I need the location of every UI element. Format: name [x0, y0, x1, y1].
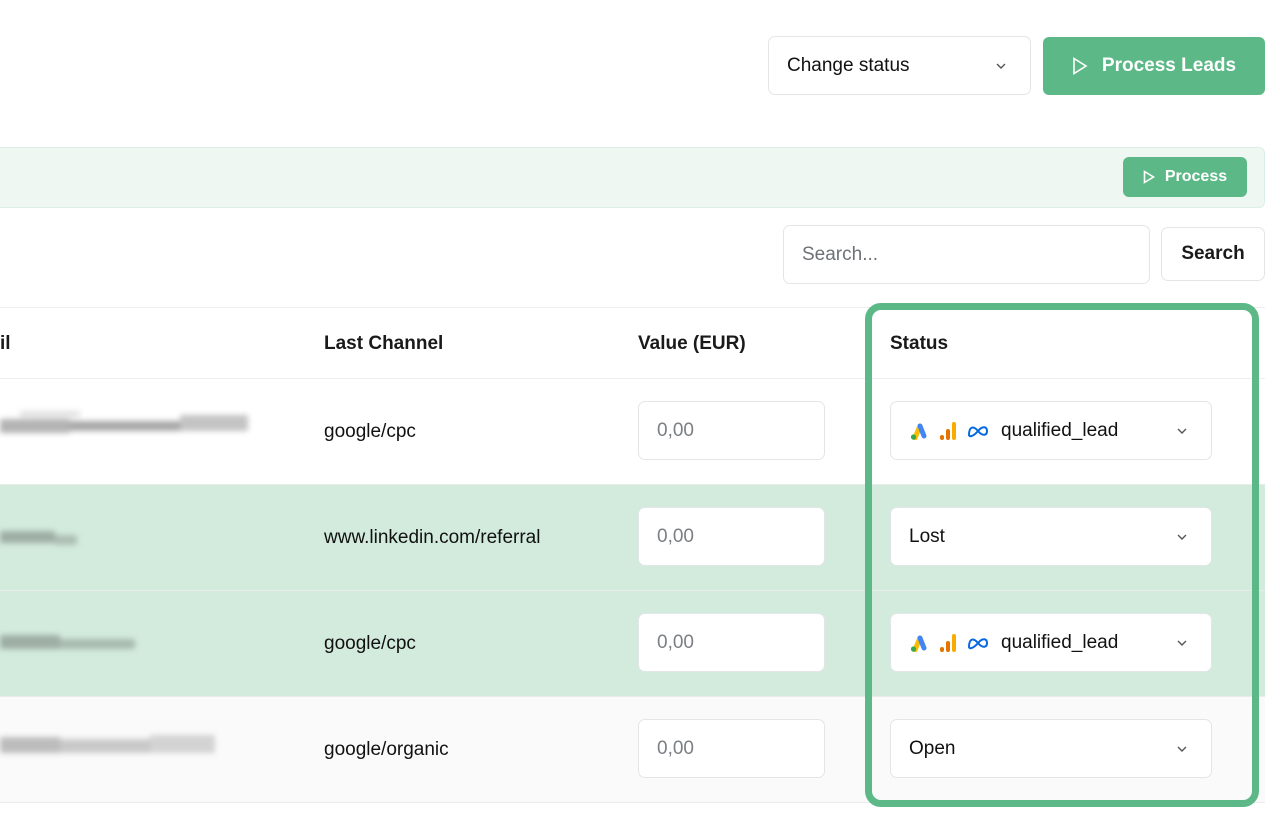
value-text: 0,00	[657, 419, 694, 441]
leads-table: il Last Channel Value (EUR) Status googl…	[0, 307, 1265, 803]
status-value: Open	[909, 737, 956, 759]
analytics-icon	[940, 421, 956, 440]
value-text: 0,00	[657, 525, 694, 547]
change-status-label: Change status	[787, 54, 910, 76]
value-text: 0,00	[657, 631, 694, 653]
last-channel-cell: google/cpc	[324, 633, 416, 654]
redacted-email	[0, 735, 215, 753]
redacted-email	[0, 531, 77, 545]
google-ads-icon	[910, 423, 927, 440]
analytics-icon	[940, 633, 956, 652]
last-channel-cell: www.linkedin.com/referral	[324, 527, 541, 548]
header-last-channel: Last Channel	[324, 333, 444, 354]
header-value: Value (EUR)	[638, 333, 746, 354]
table-header: il Last Channel Value (EUR) Status	[0, 307, 1265, 379]
status-value: qualified_lead	[1001, 419, 1119, 441]
table-row: www.linkedin.com/referral 0,00 Lost	[0, 485, 1265, 591]
process-button[interactable]: Process	[1123, 157, 1247, 197]
status-select[interactable]: qualified_lead	[890, 613, 1212, 672]
last-channel-cell: google/organic	[324, 739, 449, 760]
process-label: Process	[1164, 168, 1228, 185]
search-button-label: Search	[1181, 243, 1245, 264]
chevron-down-icon	[1177, 534, 1187, 540]
status-value: qualified_lead	[1001, 631, 1119, 653]
redacted-email	[0, 411, 248, 433]
value-text: 0,00	[657, 737, 694, 759]
chevron-down-icon	[1177, 746, 1187, 752]
status-select[interactable]: qualified_lead	[890, 401, 1212, 460]
meta-icon	[967, 637, 989, 649]
table-row: google/cpc 0,00 qualified_lead	[0, 591, 1265, 697]
value-input[interactable]: 0,00	[638, 507, 825, 566]
chevron-down-icon	[996, 63, 1006, 69]
status-value: Lost	[909, 525, 945, 547]
process-leads-button[interactable]: Process Leads	[1043, 37, 1265, 95]
value-input[interactable]: 0,00	[638, 613, 825, 672]
table-row: google/organic 0,00 Open	[0, 697, 1265, 803]
table-row: google/cpc 0,00 qualified_lead	[0, 379, 1265, 485]
redacted-email	[0, 635, 135, 649]
status-select[interactable]: Open	[890, 719, 1212, 778]
play-icon	[1143, 170, 1155, 184]
value-input[interactable]: 0,00	[638, 401, 825, 460]
header-email: il	[0, 333, 11, 354]
chevron-down-icon	[1177, 640, 1187, 646]
change-status-select[interactable]: Change status	[768, 36, 1031, 95]
value-input[interactable]: 0,00	[638, 719, 825, 778]
process-banner	[0, 147, 1265, 208]
meta-icon	[967, 425, 989, 437]
google-ads-icon	[910, 635, 927, 652]
process-leads-label: Process Leads	[1101, 55, 1237, 76]
search-input[interactable]	[783, 225, 1150, 284]
last-channel-cell: google/cpc	[324, 421, 416, 442]
status-select[interactable]: Lost	[890, 507, 1212, 566]
header-status: Status	[890, 333, 949, 354]
search-button[interactable]: Search	[1161, 227, 1265, 281]
chevron-down-icon	[1177, 428, 1187, 434]
play-icon	[1073, 57, 1088, 75]
